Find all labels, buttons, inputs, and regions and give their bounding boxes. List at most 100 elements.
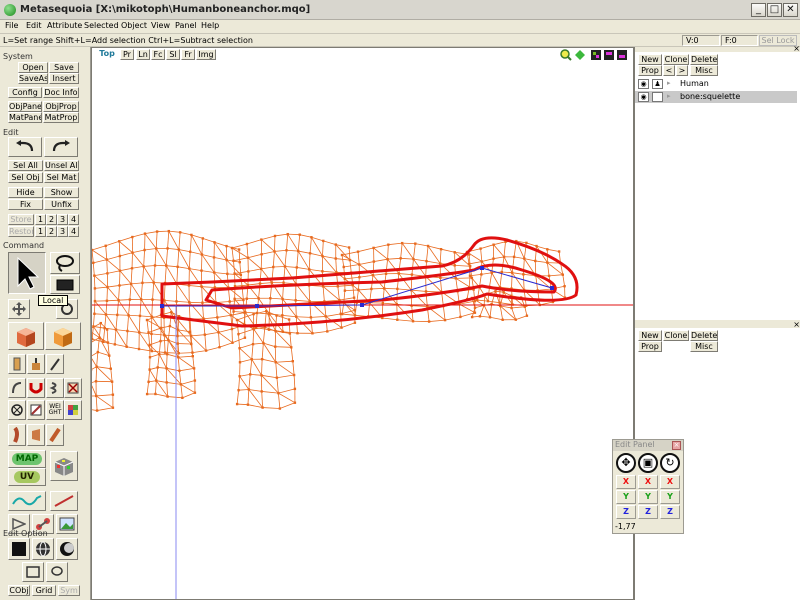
scale-x-button[interactable]: X [638,475,658,489]
rect-select-tool[interactable] [50,275,80,294]
menu-help[interactable]: Help [201,21,219,30]
obj-prev-button[interactable]: < [663,65,675,76]
unsel-all-button[interactable]: Unsel All [44,160,79,171]
insert-button[interactable]: Insert [49,73,79,84]
texture-tool[interactable] [50,451,78,481]
obj-prop-button[interactable]: Prop [638,65,662,76]
delete-tool[interactable] [64,378,82,398]
restore-button[interactable]: Restore [8,226,34,237]
rotate-y-button[interactable]: Y [660,490,680,504]
box-select-button[interactable] [22,562,44,582]
menu-object[interactable]: Object [121,21,147,30]
mat-new-button[interactable]: New [638,330,662,341]
paint-tool[interactable] [27,400,45,420]
viewport-3d[interactable]: Top Pr Ln Fc Sl Fr Img [91,47,634,600]
store-slot-1[interactable]: 1 [35,214,46,225]
move-icon[interactable]: ✥ [616,453,636,473]
matpanel-button[interactable]: MatPanel [8,112,42,123]
curve-tool[interactable] [8,491,46,511]
mat-delete-button[interactable]: Delete [690,330,718,341]
bone-joint[interactable] [255,304,259,308]
menu-attribute[interactable]: Attribute [47,21,82,30]
view-color-3-icon[interactable] [617,50,627,60]
eye-icon[interactable]: ◉ [638,92,649,102]
move-y-button[interactable]: Y [616,490,636,504]
scale-icon[interactable]: ▣ [638,453,658,473]
view-color-2-icon[interactable] [604,50,614,60]
unfix-button[interactable]: Unfix [44,199,79,210]
map-button[interactable]: MAP [8,450,46,468]
grid-button[interactable]: Grid [32,585,56,596]
saveas-button[interactable]: SaveAs [18,73,48,84]
move-x-button[interactable]: X [616,475,636,489]
mat-prop-button[interactable]: Prop [638,341,662,352]
twist-tool[interactable] [46,378,64,398]
maximize-button[interactable]: □ [767,3,782,17]
restore-slot-3[interactable]: 3 [57,226,68,237]
tab-face[interactable]: Fc [151,49,165,60]
sym-button[interactable]: Sym [58,585,80,596]
objprop-button[interactable]: ObjProp [43,101,79,112]
vertex-color-tool[interactable] [64,400,82,420]
sel-lock-button[interactable]: Sel Lock [759,35,797,46]
show-button[interactable]: Show [44,187,79,198]
redo-button[interactable] [44,137,78,157]
close-button[interactable]: ✕ [783,3,798,17]
move-z-button[interactable]: Z [616,505,636,519]
weight-tool[interactable]: WEI GHT [46,400,64,420]
image-tool[interactable] [56,514,78,534]
store-slot-3[interactable]: 3 [57,214,68,225]
magnet-tool[interactable] [27,378,45,398]
config-button[interactable]: Config [8,87,42,98]
store-slot-2[interactable]: 2 [46,214,57,225]
rotate-z-button[interactable]: Z [660,505,680,519]
zoom-icon[interactable] [560,49,572,61]
sel-mat-button[interactable]: Sel Mat [44,172,79,183]
panel-close-icon[interactable]: × [793,320,800,329]
store-button[interactable]: Store [8,214,34,225]
sweep-tool[interactable] [46,424,64,446]
uv-button[interactable]: UV [8,468,46,486]
restore-slot-1[interactable]: 1 [35,226,46,237]
cobj-button[interactable]: CObj [8,585,30,596]
obj-misc-button[interactable]: Misc [690,65,718,76]
select-tool[interactable] [8,252,46,294]
menu-selected[interactable]: Selected [84,21,119,30]
docinfo-button[interactable]: Doc Info [43,87,79,98]
edge-tool[interactable] [46,354,64,374]
obj-new-button[interactable]: New [638,54,662,65]
shading-smooth-button[interactable] [56,538,78,560]
rotate-x-button[interactable]: X [660,475,680,489]
panel-close-icon[interactable]: × [793,44,800,53]
undo-button[interactable] [8,137,42,157]
lasso-select-button[interactable] [46,562,68,582]
lock-icon[interactable] [652,92,663,102]
shading-wire-button[interactable] [32,538,54,560]
scale-z-button[interactable]: Z [638,505,658,519]
box-tool[interactable] [8,322,44,350]
scene-canvas[interactable] [92,48,633,599]
matprop-button[interactable]: MatProp [43,112,79,123]
bone-joint[interactable] [480,266,484,270]
store-slot-4[interactable]: 4 [68,214,79,225]
expand-icon[interactable]: ▸ [667,91,671,102]
extrude-tool[interactable] [45,322,81,350]
bone-joint[interactable] [550,286,554,290]
menu-view[interactable]: View [151,21,170,30]
close-icon[interactable]: × [672,441,681,450]
bone-tool[interactable] [8,424,26,446]
tab-solid[interactable]: Sl [166,49,180,60]
tab-perspective[interactable]: Pr [120,49,134,60]
obj-clone-button[interactable]: Clone [663,54,689,65]
view-color-1-icon[interactable] [591,50,601,60]
objpanel-button[interactable]: ObjPanel [8,101,42,112]
bevel-tool[interactable] [27,354,45,374]
lock-icon[interactable]: ♟ [652,79,663,89]
hide-button[interactable]: Hide [8,187,43,198]
sel-all-button[interactable]: Sel All [8,160,43,171]
move-tool[interactable] [8,299,30,319]
tab-top[interactable]: Top [96,49,118,60]
restore-slot-2[interactable]: 2 [46,226,57,237]
mat-misc-button[interactable]: Misc [690,341,718,352]
lasso-tool[interactable] [50,252,80,274]
